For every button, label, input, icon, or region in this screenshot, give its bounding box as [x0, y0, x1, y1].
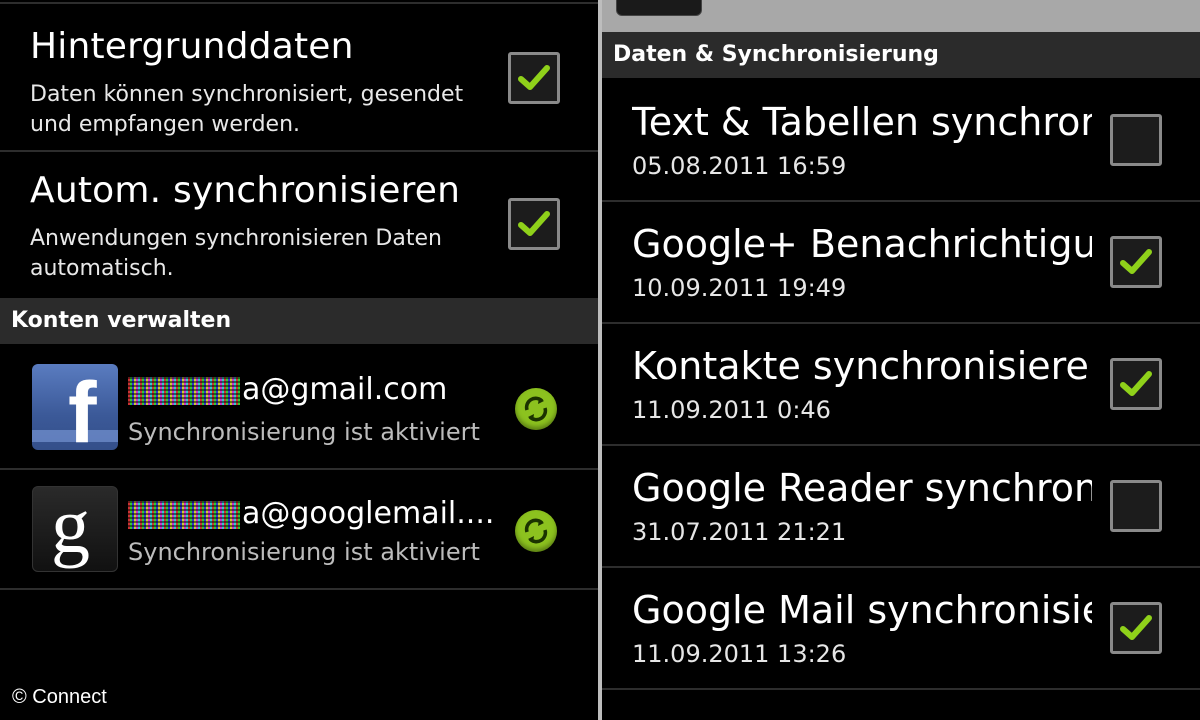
kontakte-checkbox[interactable] — [1110, 358, 1162, 410]
sync-item-date: 11.09.2011 0:46 — [632, 396, 831, 424]
divider — [0, 588, 598, 590]
copyright-text: © Connect — [12, 686, 107, 708]
account-email: a@gmail.com — [128, 372, 447, 407]
google-icon: g — [32, 486, 118, 572]
sync-item-date: 31.07.2011 21:21 — [632, 518, 847, 546]
account-email: a@googlemail.... — [128, 496, 494, 531]
sync-item-title: Google Reader synchroni — [632, 466, 1092, 510]
checkmark-icon — [1120, 371, 1152, 396]
sync-item-title: Text & Tabellen synchror — [632, 100, 1092, 144]
checkmark-icon — [518, 65, 550, 90]
setting-subtitle: Daten können synchronisiert, gesendet un… — [30, 82, 464, 137]
sync-item-date: 11.09.2011 13:26 — [632, 640, 847, 668]
redacted-text — [128, 376, 240, 405]
sync-item-date: 05.08.2011 16:59 — [632, 152, 847, 180]
app-icon — [616, 0, 702, 16]
setting-subtitle: Anwendungen synchronisieren Daten automa… — [30, 226, 442, 281]
sync-item-text-tabellen[interactable]: Text & Tabellen synchror 05.08.2011 16:5… — [602, 78, 1200, 200]
sync-item-date: 10.09.2011 19:49 — [632, 274, 847, 302]
hintergrunddaten-checkbox[interactable] — [508, 52, 560, 104]
checkmark-icon — [1120, 249, 1152, 274]
right-screen: Daten & Synchronisierung Text & Tabellen… — [602, 0, 1200, 720]
facebook-icon: f — [32, 364, 118, 450]
sync-item-kontakte[interactable]: Kontakte synchronisieren 11.09.2011 0:46 — [602, 324, 1200, 444]
sync-icon — [515, 510, 557, 552]
divider — [602, 688, 1200, 690]
account-sync-status: Synchronisierung ist aktiviert — [128, 418, 480, 446]
checkmark-icon — [518, 211, 550, 236]
section-header-daten-sync: Daten & Synchronisierung — [602, 32, 1200, 78]
title-bar — [602, 0, 1200, 32]
account-row-google[interactable]: g a@googlemail.... Synchronisierung ist … — [0, 470, 598, 588]
setting-autom-synchronisieren[interactable]: Autom. synchronisieren Anwendungen synch… — [0, 152, 598, 298]
checkmark-icon — [1120, 615, 1152, 640]
account-sync-status: Synchronisierung ist aktiviert — [128, 538, 480, 566]
sync-item-title: Kontakte synchronisieren — [632, 344, 1092, 388]
left-screen: Hintergrunddaten Daten können synchronis… — [0, 0, 598, 720]
google-plus-checkbox[interactable] — [1110, 236, 1162, 288]
sync-item-google-mail[interactable]: Google Mail synchronisie 11.09.2011 13:2… — [602, 568, 1200, 688]
sync-item-title: Google+ Benachrichtigur — [632, 222, 1092, 266]
autom-sync-checkbox[interactable] — [508, 198, 560, 250]
setting-hintergrunddaten[interactable]: Hintergrunddaten Daten können synchronis… — [0, 4, 598, 150]
section-header-konten: Konten verwalten — [0, 298, 598, 344]
text-tabellen-checkbox[interactable] — [1110, 114, 1162, 166]
google-reader-checkbox[interactable] — [1110, 480, 1162, 532]
sync-item-google-reader[interactable]: Google Reader synchroni 31.07.2011 21:21 — [602, 446, 1200, 566]
setting-title: Autom. synchronisieren — [30, 170, 461, 211]
sync-item-google-plus[interactable]: Google+ Benachrichtigur 10.09.2011 19:49 — [602, 202, 1200, 322]
setting-title: Hintergrunddaten — [30, 26, 354, 67]
google-mail-checkbox[interactable] — [1110, 602, 1162, 654]
account-row-facebook[interactable]: f a@gmail.com Synchronisierung ist aktiv… — [0, 346, 598, 468]
sync-icon — [515, 388, 557, 430]
redacted-text — [128, 500, 240, 529]
sync-item-title: Google Mail synchronisie — [632, 588, 1092, 632]
